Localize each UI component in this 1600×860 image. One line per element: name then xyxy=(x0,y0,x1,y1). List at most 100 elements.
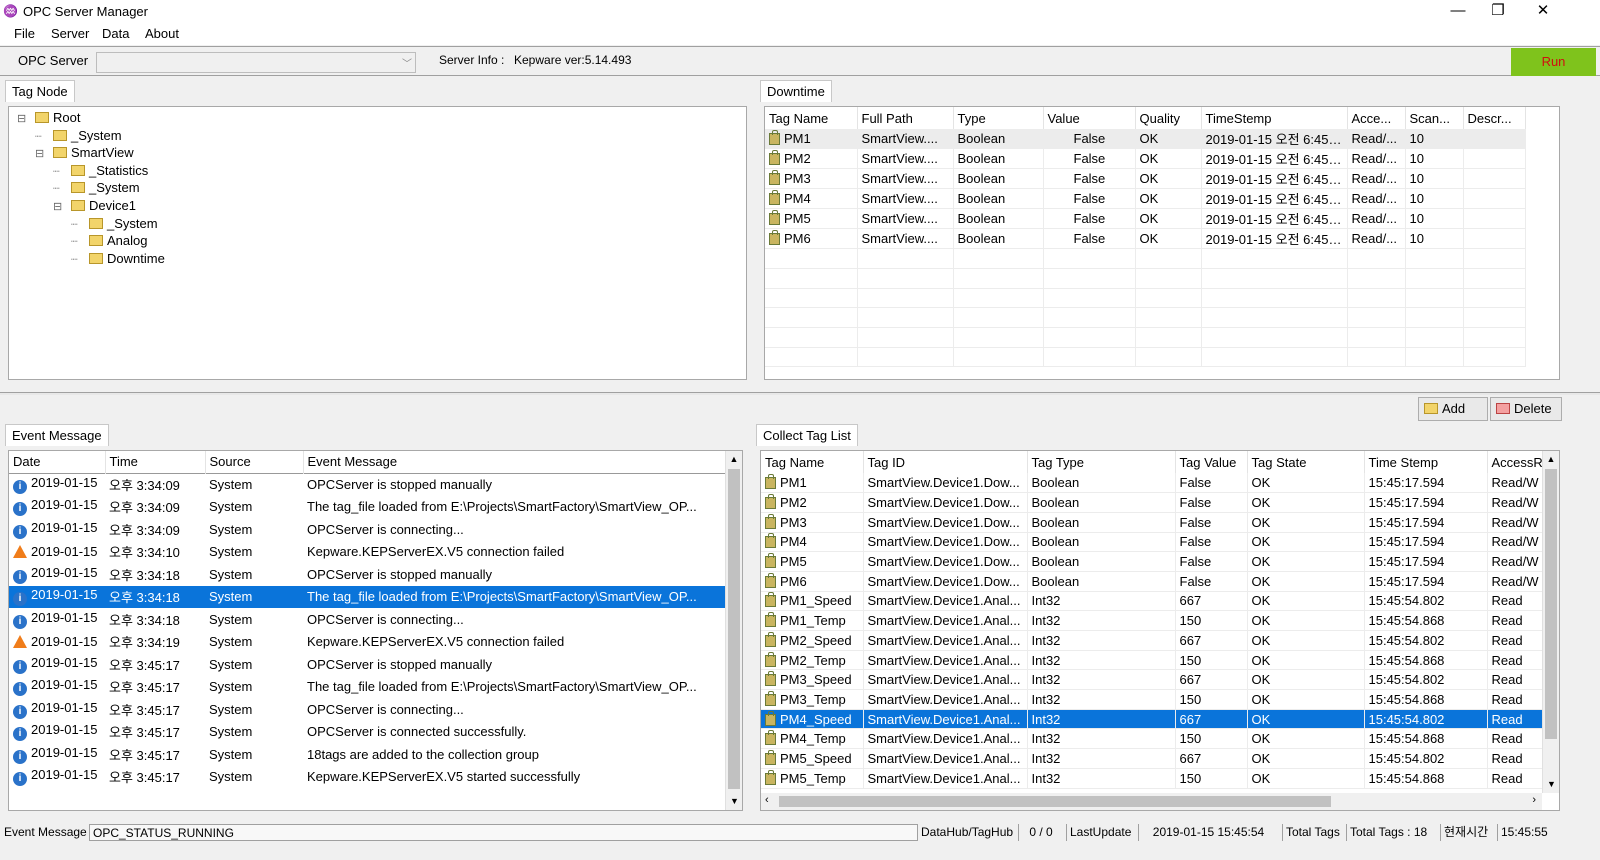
table-row[interactable]: PM4 SmartView.Device1.Dow... Boolean False O… xyxy=(761,532,1554,553)
list-item[interactable]: i 2019-01-15 오후 3:34:18 System OPCServer is … xyxy=(9,563,725,586)
empty-cell xyxy=(857,307,954,328)
list-item[interactable]: i 2019-01-15 오후 3:34:09 System The tag_file … xyxy=(9,496,725,519)
tree-node[interactable]: ┈ _System xyxy=(71,215,158,232)
list-item[interactable]: i 2019-01-15 오후 3:34:18 System The tag_file … xyxy=(9,585,725,608)
scroll-down-icon[interactable]: ▼ xyxy=(1543,776,1559,793)
collect-hscrollbar[interactable]: ‹ › xyxy=(761,793,1542,810)
list-item[interactable]: i 2019-01-15 오후 3:45:17 System OPCServer is … xyxy=(9,721,725,744)
menu-file[interactable]: File xyxy=(14,26,35,41)
opc-server-combo[interactable]: ﹀ xyxy=(96,52,416,73)
column-header[interactable]: Value xyxy=(1043,107,1136,129)
cell-text: 15:45:17.594 xyxy=(1368,554,1445,570)
scroll-down-icon[interactable]: ▼ xyxy=(726,793,742,810)
column-header[interactable]: Time xyxy=(105,451,206,473)
table-row[interactable]: PM5_Temp SmartView.Device1.Anal... Int32 15… xyxy=(761,768,1554,789)
table-row[interactable]: PM1_Speed SmartView.Device1.Anal... Int32 6… xyxy=(761,591,1554,612)
column-header[interactable]: Full Path xyxy=(857,107,954,129)
list-item[interactable]: i 2019-01-15 오후 3:34:09 System OPCServer is … xyxy=(9,518,725,541)
table-row[interactable]: PM5 SmartView.... Boolean False OK 2019-01-15… xyxy=(765,208,1526,230)
scroll-right-icon[interactable]: › xyxy=(1532,794,1536,806)
table-row[interactable]: PM2_Speed SmartView.Device1.Anal... Int32 6… xyxy=(761,630,1554,651)
column-header[interactable]: Tag ID xyxy=(863,451,1028,473)
tab-collect-tag-list[interactable]: Collect Tag List xyxy=(756,424,858,446)
tab-tag-node[interactable]: Tag Node xyxy=(5,80,75,102)
expand-icon[interactable]: ⊟ xyxy=(35,146,53,163)
collect-vscrollbar[interactable]: ▲ ▼ xyxy=(1542,451,1559,793)
table-row[interactable]: PM2 SmartView.Device1.Dow... Boolean False O… xyxy=(761,492,1554,513)
tree-node[interactable]: ┈ Downtime xyxy=(71,250,165,267)
close-button[interactable]: ✕ xyxy=(1521,0,1565,22)
table-row[interactable]: PM2_Temp SmartView.Device1.Anal... Int32 15… xyxy=(761,650,1554,671)
column-header[interactable]: TimeStemp xyxy=(1201,107,1348,129)
table-row[interactable]: PM4_Temp SmartView.Device1.Anal... Int32 15… xyxy=(761,728,1554,750)
h-scroll-thumb[interactable] xyxy=(779,796,1331,807)
add-button[interactable]: Add xyxy=(1418,397,1488,421)
tree-node[interactable]: ⊟ Device1 xyxy=(53,197,136,214)
tab-event-message[interactable]: Event Message xyxy=(5,424,109,446)
maximize-button[interactable]: ❐ xyxy=(1476,0,1520,22)
table-row[interactable]: PM3 SmartView.Device1.Dow... Boolean False O… xyxy=(761,512,1554,533)
tree-node-label: _System xyxy=(89,180,140,196)
column-header[interactable]: Scan... xyxy=(1405,107,1464,129)
tree-node[interactable]: ┈ _Statistics xyxy=(53,162,148,179)
scroll-up-icon[interactable]: ▲ xyxy=(726,451,742,468)
list-item[interactable]: i 2019-01-15 오후 3:45:17 System The tag_file … xyxy=(9,676,725,699)
list-item[interactable]: 2019-01-15 오후 3:34:10 System Kepware.KEPSer… xyxy=(9,541,725,564)
menu-data[interactable]: Data xyxy=(102,26,129,41)
table-row[interactable]: PM6 SmartView.Device1.Dow... Boolean False O… xyxy=(761,571,1554,592)
tab-downtime[interactable]: Downtime xyxy=(760,80,832,102)
column-header[interactable]: Tag Name xyxy=(765,107,858,129)
table-row[interactable]: PM5_Speed SmartView.Device1.Anal... Int32 6… xyxy=(761,748,1554,769)
expand-icon[interactable]: ⊟ xyxy=(17,111,35,128)
delete-button[interactable]: Delete xyxy=(1490,397,1562,421)
tree-node[interactable]: ⊟ SmartView xyxy=(35,144,134,161)
column-header[interactable]: Type xyxy=(953,107,1044,129)
column-header[interactable]: Date xyxy=(9,451,106,473)
table-row[interactable]: PM5 SmartView.Device1.Dow... Boolean False O… xyxy=(761,551,1554,572)
table-row[interactable]: PM6 SmartView.... Boolean False OK 2019-01-15… xyxy=(765,228,1526,250)
table-row[interactable]: PM3_Temp SmartView.Device1.Anal... Int32 15… xyxy=(761,689,1554,710)
table-row[interactable]: PM1 SmartView.Device1.Dow... Boolean False O… xyxy=(761,473,1554,494)
table-row[interactable]: PM4_Speed SmartView.Device1.Anal... Int32 6… xyxy=(761,709,1554,730)
list-item[interactable]: i 2019-01-15 오후 3:45:17 System OPCServer is … xyxy=(9,698,725,721)
column-header[interactable]: Tag Type xyxy=(1027,451,1176,473)
tree-node[interactable]: ┈ _System xyxy=(35,127,122,144)
column-header[interactable]: Time Stemp xyxy=(1364,451,1488,473)
column-header[interactable]: Source xyxy=(205,451,304,473)
column-header[interactable]: Descr... xyxy=(1463,107,1526,129)
tree-node[interactable]: ┈ _System xyxy=(53,179,140,196)
list-item[interactable]: 2019-01-15 오후 3:34:19 System Kepware.KEPSer… xyxy=(9,631,725,654)
event-scrollbar[interactable]: ▲ ▼ xyxy=(725,451,742,810)
scroll-thumb[interactable] xyxy=(728,469,740,789)
list-item[interactable]: i 2019-01-15 오후 3:45:17 System OPCServer is … xyxy=(9,653,725,676)
menu-about[interactable]: About xyxy=(145,26,179,41)
table-row[interactable]: PM2 SmartView.... Boolean False OK 2019-01-15… xyxy=(765,148,1526,170)
table-row[interactable]: PM4 SmartView.... Boolean False OK 2019-01-15… xyxy=(765,188,1526,210)
column-header[interactable]: Tag State xyxy=(1247,451,1365,473)
list-item[interactable]: i 2019-01-15 오후 3:45:17 System 18tags are ad… xyxy=(9,743,725,766)
splitter[interactable] xyxy=(0,392,1600,395)
column-header[interactable]: Tag Name xyxy=(761,451,864,473)
list-item[interactable]: i 2019-01-15 오후 3:34:18 System OPCServer is … xyxy=(9,608,725,631)
list-item[interactable]: i 2019-01-15 오후 3:34:09 System OPCServer is … xyxy=(9,473,725,496)
table-row[interactable]: PM3 SmartView.... Boolean False OK 2019-01-15… xyxy=(765,168,1526,190)
tree-node[interactable]: ┈ Analog xyxy=(71,232,147,249)
column-header[interactable]: Event Message xyxy=(303,451,726,473)
menu-server[interactable]: Server xyxy=(51,26,89,41)
cell-text: 10 xyxy=(1409,211,1424,227)
column-header[interactable]: Acce... xyxy=(1347,107,1406,129)
column-header[interactable]: Quality xyxy=(1135,107,1202,129)
minimize-button[interactable]: — xyxy=(1436,0,1480,22)
list-item[interactable]: i 2019-01-15 오후 3:45:17 System Kepware.KEPSe… xyxy=(9,766,725,789)
table-row[interactable]: PM1 SmartView.... Boolean False OK 2019-01-15… xyxy=(765,129,1526,150)
tree-node[interactable]: ⊟ Root xyxy=(17,109,80,126)
scroll-left-icon[interactable]: ‹ xyxy=(765,794,769,806)
column-header[interactable]: Tag Value xyxy=(1175,451,1248,473)
scroll-thumb[interactable] xyxy=(1545,469,1557,739)
run-button[interactable]: Run xyxy=(1511,48,1596,76)
scroll-up-icon[interactable]: ▲ xyxy=(1543,451,1559,468)
table-row[interactable]: PM3_Speed SmartView.Device1.Anal... Int32 6… xyxy=(761,669,1554,691)
table-cell: OK xyxy=(1247,768,1365,789)
table-row[interactable]: PM1_Temp SmartView.Device1.Anal... Int32 15… xyxy=(761,610,1554,631)
expand-icon[interactable]: ⊟ xyxy=(53,199,71,216)
